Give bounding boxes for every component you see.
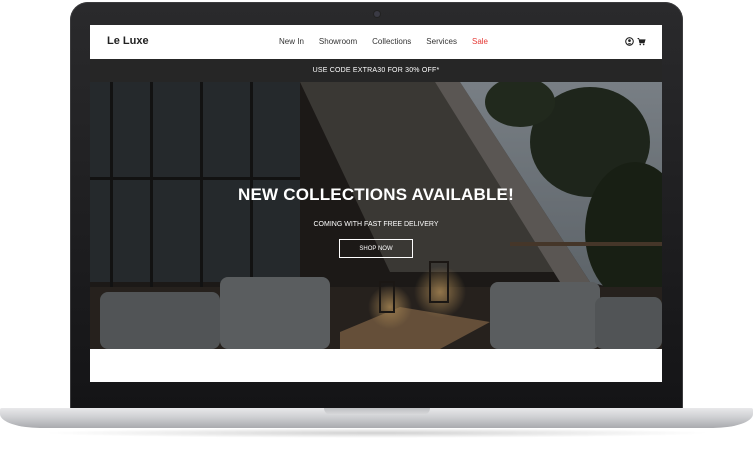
hero-subtitle: COMING WITH FAST FREE DELIVERY <box>313 221 439 228</box>
nav-item-new-in[interactable]: New In <box>279 37 304 46</box>
laptop-notch <box>324 408 430 415</box>
nav-item-sale[interactable]: Sale <box>472 37 488 46</box>
site-header: Le Luxe New In Showroom Collections Serv… <box>90 25 662 59</box>
nav-item-services[interactable]: Services <box>426 37 457 46</box>
promo-bar: USE CODE EXTRA30 FOR 30% OFF* <box>90 59 662 82</box>
nav-item-showroom[interactable]: Showroom <box>319 37 357 46</box>
hero-banner: NEW COLLECTIONS AVAILABLE! COMING WITH F… <box>90 82 662 349</box>
nav-item-collections[interactable]: Collections <box>372 37 411 46</box>
site-logo[interactable]: Le Luxe <box>107 35 149 47</box>
laptop-screen: Le Luxe New In Showroom Collections Serv… <box>90 25 662 382</box>
shop-now-button[interactable]: SHOP NOW <box>339 239 413 258</box>
hero-overlay <box>90 82 662 349</box>
hero-title: NEW COLLECTIONS AVAILABLE! <box>238 185 514 204</box>
camera-icon <box>374 11 380 17</box>
main-nav: New In Showroom Collections Services Sal… <box>279 37 503 46</box>
user-icon[interactable] <box>625 37 634 46</box>
header-icons <box>625 37 646 46</box>
laptop-shadow <box>40 428 713 438</box>
cart-icon[interactable] <box>637 37 646 46</box>
